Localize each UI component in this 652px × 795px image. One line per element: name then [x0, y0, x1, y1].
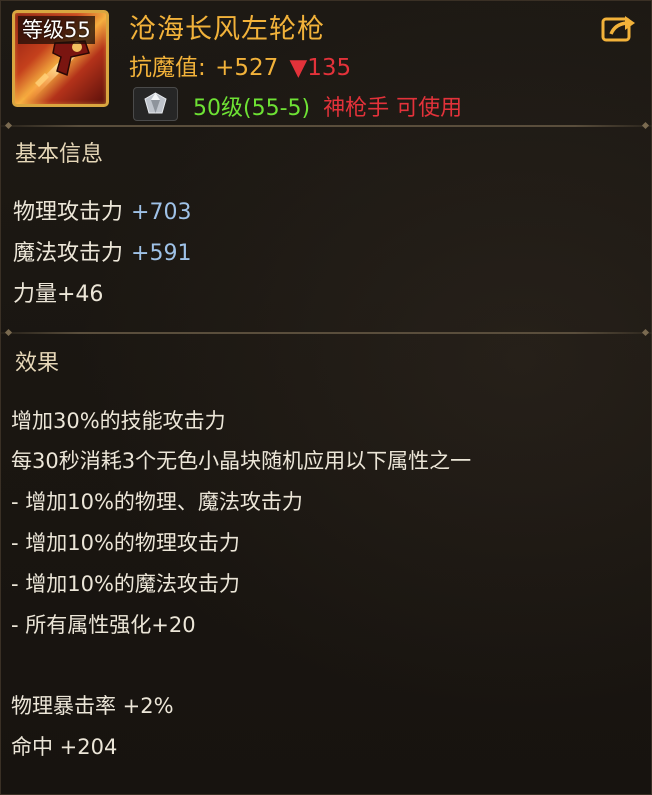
stat-value: +703: [131, 200, 192, 225]
item-tooltip-panel: 等级55 沧海长风左轮枪 抗魔值: +527 ▼135 50级(55-5) 神枪…: [0, 0, 652, 795]
magic-resist-value: +527: [215, 55, 279, 81]
requirement-class: 神枪手 可使用: [323, 96, 463, 121]
magic-resist-row: 抗魔值: +527 ▼135: [129, 48, 351, 82]
effect-line: - 增加10%的物理攻击力: [11, 531, 240, 555]
requirement-level: 50级(55-5): [193, 96, 311, 121]
stat-label: 魔法攻击力: [13, 241, 124, 266]
item-icon[interactable]: 等级55: [12, 10, 109, 107]
item-name: 沧海长风左轮枪: [129, 14, 325, 45]
effects-title: 效果: [15, 351, 60, 376]
share-icon: [601, 16, 635, 42]
stat-strength: 力量+46: [13, 276, 103, 308]
magic-resist-delta: ▼135: [289, 55, 352, 81]
effect-line: - 增加10%的魔法攻击力: [11, 572, 240, 596]
basic-info-title: 基本信息: [15, 142, 104, 167]
stat-magic-attack: 魔法攻击力 +591: [13, 235, 191, 267]
requirement-text: 50级(55-5) 神枪手 可使用: [193, 90, 462, 122]
item-level-badge: 等级55: [18, 16, 95, 44]
magic-resist-label: 抗魔值:: [129, 55, 206, 81]
divider: [1, 332, 652, 334]
diamond-icon: [144, 92, 167, 114]
stat-physical-attack: 物理攻击力 +703: [13, 194, 191, 226]
stat-label: 力量+46: [13, 282, 104, 307]
extra-stat-line: 命中 +204: [11, 735, 118, 759]
share-button[interactable]: [601, 13, 637, 43]
effect-line: 增加30%的技能攻击力: [11, 409, 226, 433]
effect-line: 每30秒消耗3个无色小晶块随机应用以下属性之一: [11, 449, 472, 473]
stat-label: 物理攻击力: [13, 200, 124, 225]
stat-value: +591: [131, 241, 192, 266]
extra-stat-line: 物理暴击率 +2%: [11, 694, 174, 718]
divider: [1, 125, 652, 127]
effect-line: - 所有属性强化+20: [11, 613, 196, 637]
effect-line: - 增加10%的物理、魔法攻击力: [11, 490, 303, 514]
gem-slot[interactable]: [133, 87, 178, 121]
